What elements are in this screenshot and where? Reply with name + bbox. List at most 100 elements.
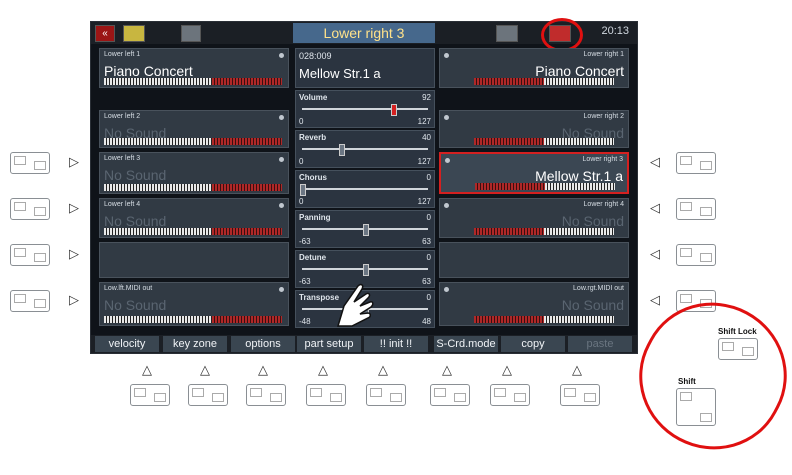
slider-min: 0 xyxy=(299,117,304,126)
page-title: Lower right 3 xyxy=(293,23,435,43)
bottom-hardware-button-2[interactable] xyxy=(188,384,228,406)
slider-track[interactable] xyxy=(302,264,428,276)
shift-annotation-circle xyxy=(614,277,792,475)
registration-icon[interactable] xyxy=(181,25,201,42)
part-label: Lower right 1 xyxy=(583,51,624,58)
left-hardware-button-4[interactable] xyxy=(10,290,50,312)
part-sound-name: Piano Concert xyxy=(535,63,624,79)
right-part-2[interactable]: Lower right 2 No Sound xyxy=(439,110,629,148)
part-sound-name: No Sound xyxy=(104,297,167,313)
right-part-4[interactable]: Lower right 4 No Sound xyxy=(439,198,629,238)
right-hardware-button-1[interactable] xyxy=(676,152,716,174)
bottom-hardware-button-3[interactable] xyxy=(246,384,286,406)
left-part-3[interactable]: Lower left 3 No Sound xyxy=(99,152,289,194)
slider-knob[interactable] xyxy=(300,184,306,196)
slider-track[interactable] xyxy=(302,144,428,156)
softkey-3[interactable]: options xyxy=(231,336,295,352)
keyboard-range-icon xyxy=(104,78,212,85)
slider-knob[interactable] xyxy=(363,224,369,236)
softkey-7[interactable]: copy xyxy=(501,336,565,352)
keyboard-zone-icon xyxy=(474,78,544,85)
pointing-hand-icon xyxy=(330,280,375,330)
keyboard-zone-icon xyxy=(474,228,544,235)
left-hardware-button-2[interactable] xyxy=(10,198,50,220)
bottom-hardware-button-8[interactable] xyxy=(560,384,600,406)
right-part-3[interactable]: Lower right 3 Mellow Str.1 a xyxy=(439,152,629,194)
softkey-1[interactable]: velocity xyxy=(95,336,159,352)
right-part-5[interactable] xyxy=(439,242,629,278)
softkey-8[interactable]: paste xyxy=(568,336,632,352)
left-part-5[interactable] xyxy=(99,242,289,278)
right-arrow-icon-2: ◁ xyxy=(650,200,660,215)
slider-max: 127 xyxy=(417,197,431,206)
slider-volume[interactable]: Volume 92 0 127 xyxy=(295,90,435,128)
sound-header[interactable]: 028:009 Mellow Str.1 a xyxy=(295,48,435,88)
slider-knob[interactable] xyxy=(339,144,346,156)
slider-name: Volume xyxy=(299,93,328,102)
style-icon[interactable] xyxy=(123,25,145,42)
slider-max: 63 xyxy=(422,237,431,246)
slider-reverb[interactable]: Reverb 40 0 127 xyxy=(295,130,435,168)
slider-track[interactable] xyxy=(302,224,428,236)
part-indicator-icon xyxy=(279,53,284,58)
slider-knob[interactable] xyxy=(363,264,369,276)
bottom-hardware-button-1[interactable] xyxy=(130,384,170,406)
sound-name: Mellow Str.1 a xyxy=(299,66,381,81)
part-indicator-icon xyxy=(444,203,449,208)
split-icon[interactable] xyxy=(496,25,518,42)
slider-max: 63 xyxy=(422,277,431,286)
softkey-bar: velocity key zone options part setup!! init… xyxy=(91,335,637,353)
left-part-2[interactable]: Lower left 2 No Sound xyxy=(99,110,289,148)
keyboard-range-icon xyxy=(544,228,614,235)
slider-knob[interactable] xyxy=(390,104,397,116)
back-icon[interactable]: « xyxy=(95,25,115,42)
keyboard-range-icon xyxy=(104,184,212,191)
part-label: Lower left 3 xyxy=(104,155,141,162)
left-hardware-button-3[interactable] xyxy=(10,244,50,266)
right-arrow-icon-3: ◁ xyxy=(650,246,660,261)
bottom-hardware-button-7[interactable] xyxy=(490,384,530,406)
part-sound-name: No Sound xyxy=(104,213,167,229)
part-sound-name: No Sound xyxy=(561,297,624,313)
keyboard-range-icon xyxy=(545,183,615,190)
bottom-hardware-button-6[interactable] xyxy=(430,384,470,406)
part-label: Lower right 4 xyxy=(583,201,624,208)
slider-chorus[interactable]: Chorus 0 0 127 xyxy=(295,170,435,208)
up-arrow-icon-2: △ xyxy=(200,362,210,377)
part-indicator-icon xyxy=(444,287,449,292)
part-label: Lower left 4 xyxy=(104,201,141,208)
right-hardware-button-2[interactable] xyxy=(676,198,716,220)
slider-name: Chorus xyxy=(299,173,327,182)
right-hardware-button-3[interactable] xyxy=(676,244,716,266)
slider-max: 127 xyxy=(417,117,431,126)
right-arrow-icon-1: ◁ xyxy=(650,154,660,169)
sound-code: 028:009 xyxy=(299,51,332,61)
bottom-hardware-button-4[interactable] xyxy=(306,384,346,406)
slider-track[interactable] xyxy=(300,184,428,196)
up-arrow-icon-5: △ xyxy=(378,362,388,377)
keyboard-zone-icon xyxy=(212,138,282,145)
keyboard-range-icon xyxy=(544,78,614,85)
softkey-4[interactable]: part setup xyxy=(297,336,361,352)
right-part-1[interactable]: Lower right 1 Piano Concert xyxy=(439,48,629,88)
up-arrow-icon-7: △ xyxy=(502,362,512,377)
slider-min: 0 xyxy=(299,197,304,206)
softkey-5[interactable]: !! init !! xyxy=(364,336,428,352)
part-indicator-icon xyxy=(279,203,284,208)
bottom-hardware-button-5[interactable] xyxy=(366,384,406,406)
softkey-6[interactable]: S-Crd.mode xyxy=(434,336,498,352)
part-label: Low.rgt.MIDI out xyxy=(573,285,624,292)
parts-annotation-circle xyxy=(541,18,583,52)
right-part-6[interactable]: Low.rgt.MIDI out No Sound xyxy=(439,282,629,326)
left-arrow-icon-3: ▷ xyxy=(69,246,79,261)
left-hardware-button-1[interactable] xyxy=(10,152,50,174)
slider-min: -63 xyxy=(299,237,311,246)
softkey-2[interactable]: key zone xyxy=(163,336,227,352)
slider-panning[interactable]: Panning 0 -63 63 xyxy=(295,210,435,248)
left-part-4[interactable]: Lower left 4 No Sound xyxy=(99,198,289,238)
left-part-1[interactable]: Lower left 1 Piano Concert xyxy=(99,48,289,88)
up-arrow-icon-6: △ xyxy=(442,362,452,377)
left-part-6[interactable]: Low.lft.MIDI out No Sound xyxy=(99,282,289,326)
slider-track[interactable] xyxy=(302,104,428,116)
part-indicator-icon xyxy=(279,115,284,120)
